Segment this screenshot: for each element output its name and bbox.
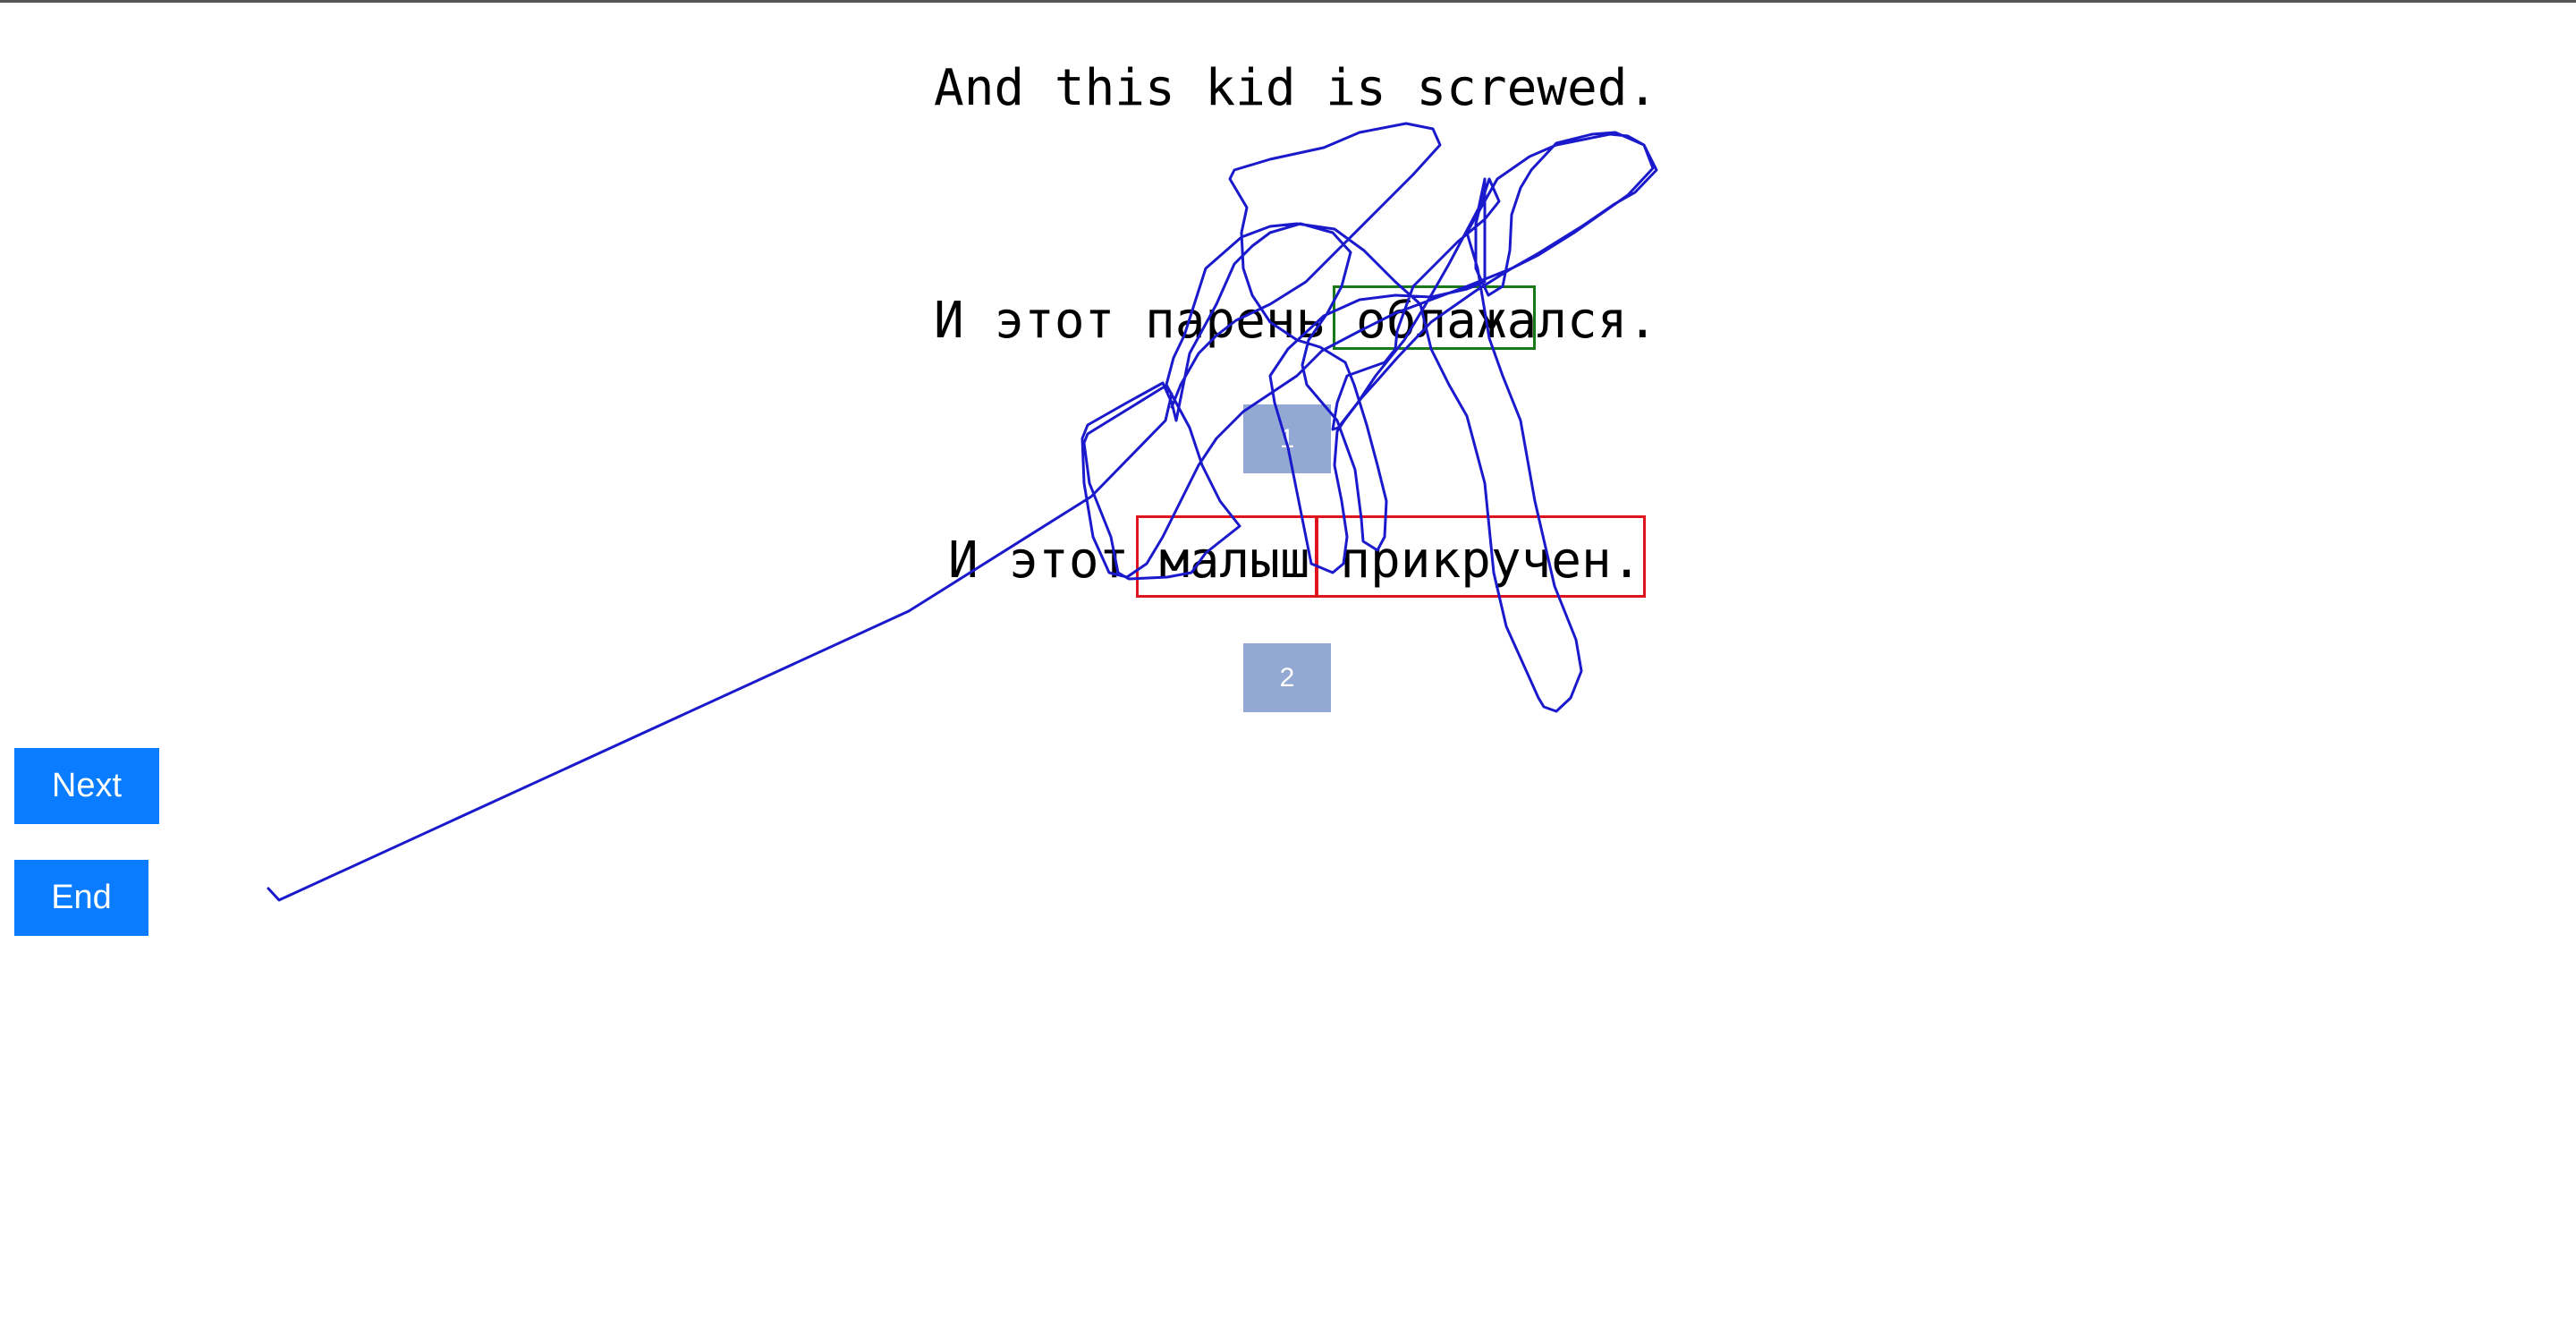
top-border (0, 0, 2576, 3)
translation-1-badge: 1 (1243, 404, 1331, 473)
source-sentence: And this kid is screwed. (934, 59, 1658, 117)
annotation-stage: And this kid is screwed. И этот парень о… (0, 0, 2576, 1343)
freehand-stroke (267, 122, 1658, 902)
translation-2-bad-highlight-word2[interactable] (1316, 515, 1646, 598)
translation-1: И этот парень облажался. (934, 292, 1658, 350)
next-button[interactable]: Next (14, 748, 159, 824)
translation-2-badge: 2 (1243, 643, 1331, 712)
translation-1-good-highlight[interactable] (1333, 285, 1536, 350)
translation-2-bad-highlight-word1[interactable] (1136, 515, 1318, 598)
end-button[interactable]: End (14, 860, 148, 936)
